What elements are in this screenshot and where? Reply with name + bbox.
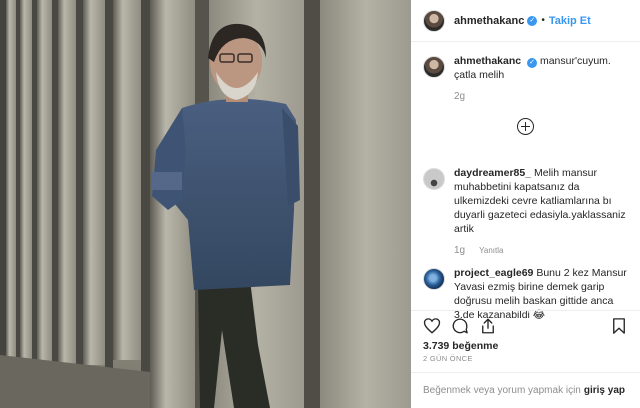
caption-meta: 2g [454, 90, 628, 104]
author-username[interactable]: ahmethakanc [454, 15, 524, 27]
bookmark-icon[interactable] [610, 317, 628, 335]
author-avatar[interactable] [423, 9, 445, 32]
login-prompt-text: Beğenmek veya yorum yapmak için [423, 385, 581, 396]
reply-button[interactable]: Yanıtla [479, 246, 503, 255]
verified-badge-icon: ✓ [527, 58, 538, 68]
share-icon[interactable] [479, 317, 497, 335]
post-photo[interactable] [0, 0, 411, 408]
comment-meta: 1g Yanıtla [454, 244, 628, 258]
caption-avatar[interactable] [423, 56, 445, 78]
heart-icon[interactable] [423, 317, 441, 335]
plus-circle-icon[interactable] [517, 118, 534, 135]
comment-item: daydreamer85_ Melih mansur muhabbetini k… [423, 166, 628, 264]
post-header: ahmethakanc ✓ • Takip Et [411, 0, 640, 42]
post-actions-bar [411, 310, 640, 336]
load-more-comments [423, 118, 628, 144]
login-link[interactable]: giriş yap [584, 385, 625, 396]
comment-time[interactable]: 1g [454, 245, 465, 256]
commenter-avatar[interactable] [423, 168, 445, 190]
comments-section: ahmethakanc ✓ mansur'cuyum. çatla melih … [411, 42, 640, 321]
caption-username[interactable]: ahmethakanc [454, 55, 521, 67]
post-caption: ahmethakanc ✓ mansur'cuyum. çatla melih … [423, 54, 628, 114]
separator-dot: • [541, 15, 545, 26]
comment-username[interactable]: project_eagle69 [454, 267, 533, 279]
caption-time[interactable]: 2g [454, 91, 465, 102]
caption-body: ahmethakanc ✓ mansur'cuyum. çatla melih … [454, 54, 628, 114]
comment-body: daydreamer85_ Melih mansur muhabbetini k… [454, 166, 628, 264]
post-side-panel: ahmethakanc ✓ • Takip Et ahmethakanc ✓ m… [411, 0, 640, 408]
post-timestamp: 2 GÜN ÖNCE [423, 354, 473, 363]
verified-badge-icon: ✓ [527, 15, 538, 26]
login-prompt-bar: Beğenmek veya yorum yapmak için giriş ya… [411, 372, 640, 408]
commenter-avatar[interactable] [423, 268, 445, 290]
follow-button[interactable]: Takip Et [549, 15, 591, 27]
photo-image [0, 0, 411, 408]
like-count[interactable]: 3.739 beğenme [423, 340, 498, 352]
comment-icon[interactable] [451, 317, 469, 335]
comment-username[interactable]: daydreamer85_ [454, 167, 531, 179]
